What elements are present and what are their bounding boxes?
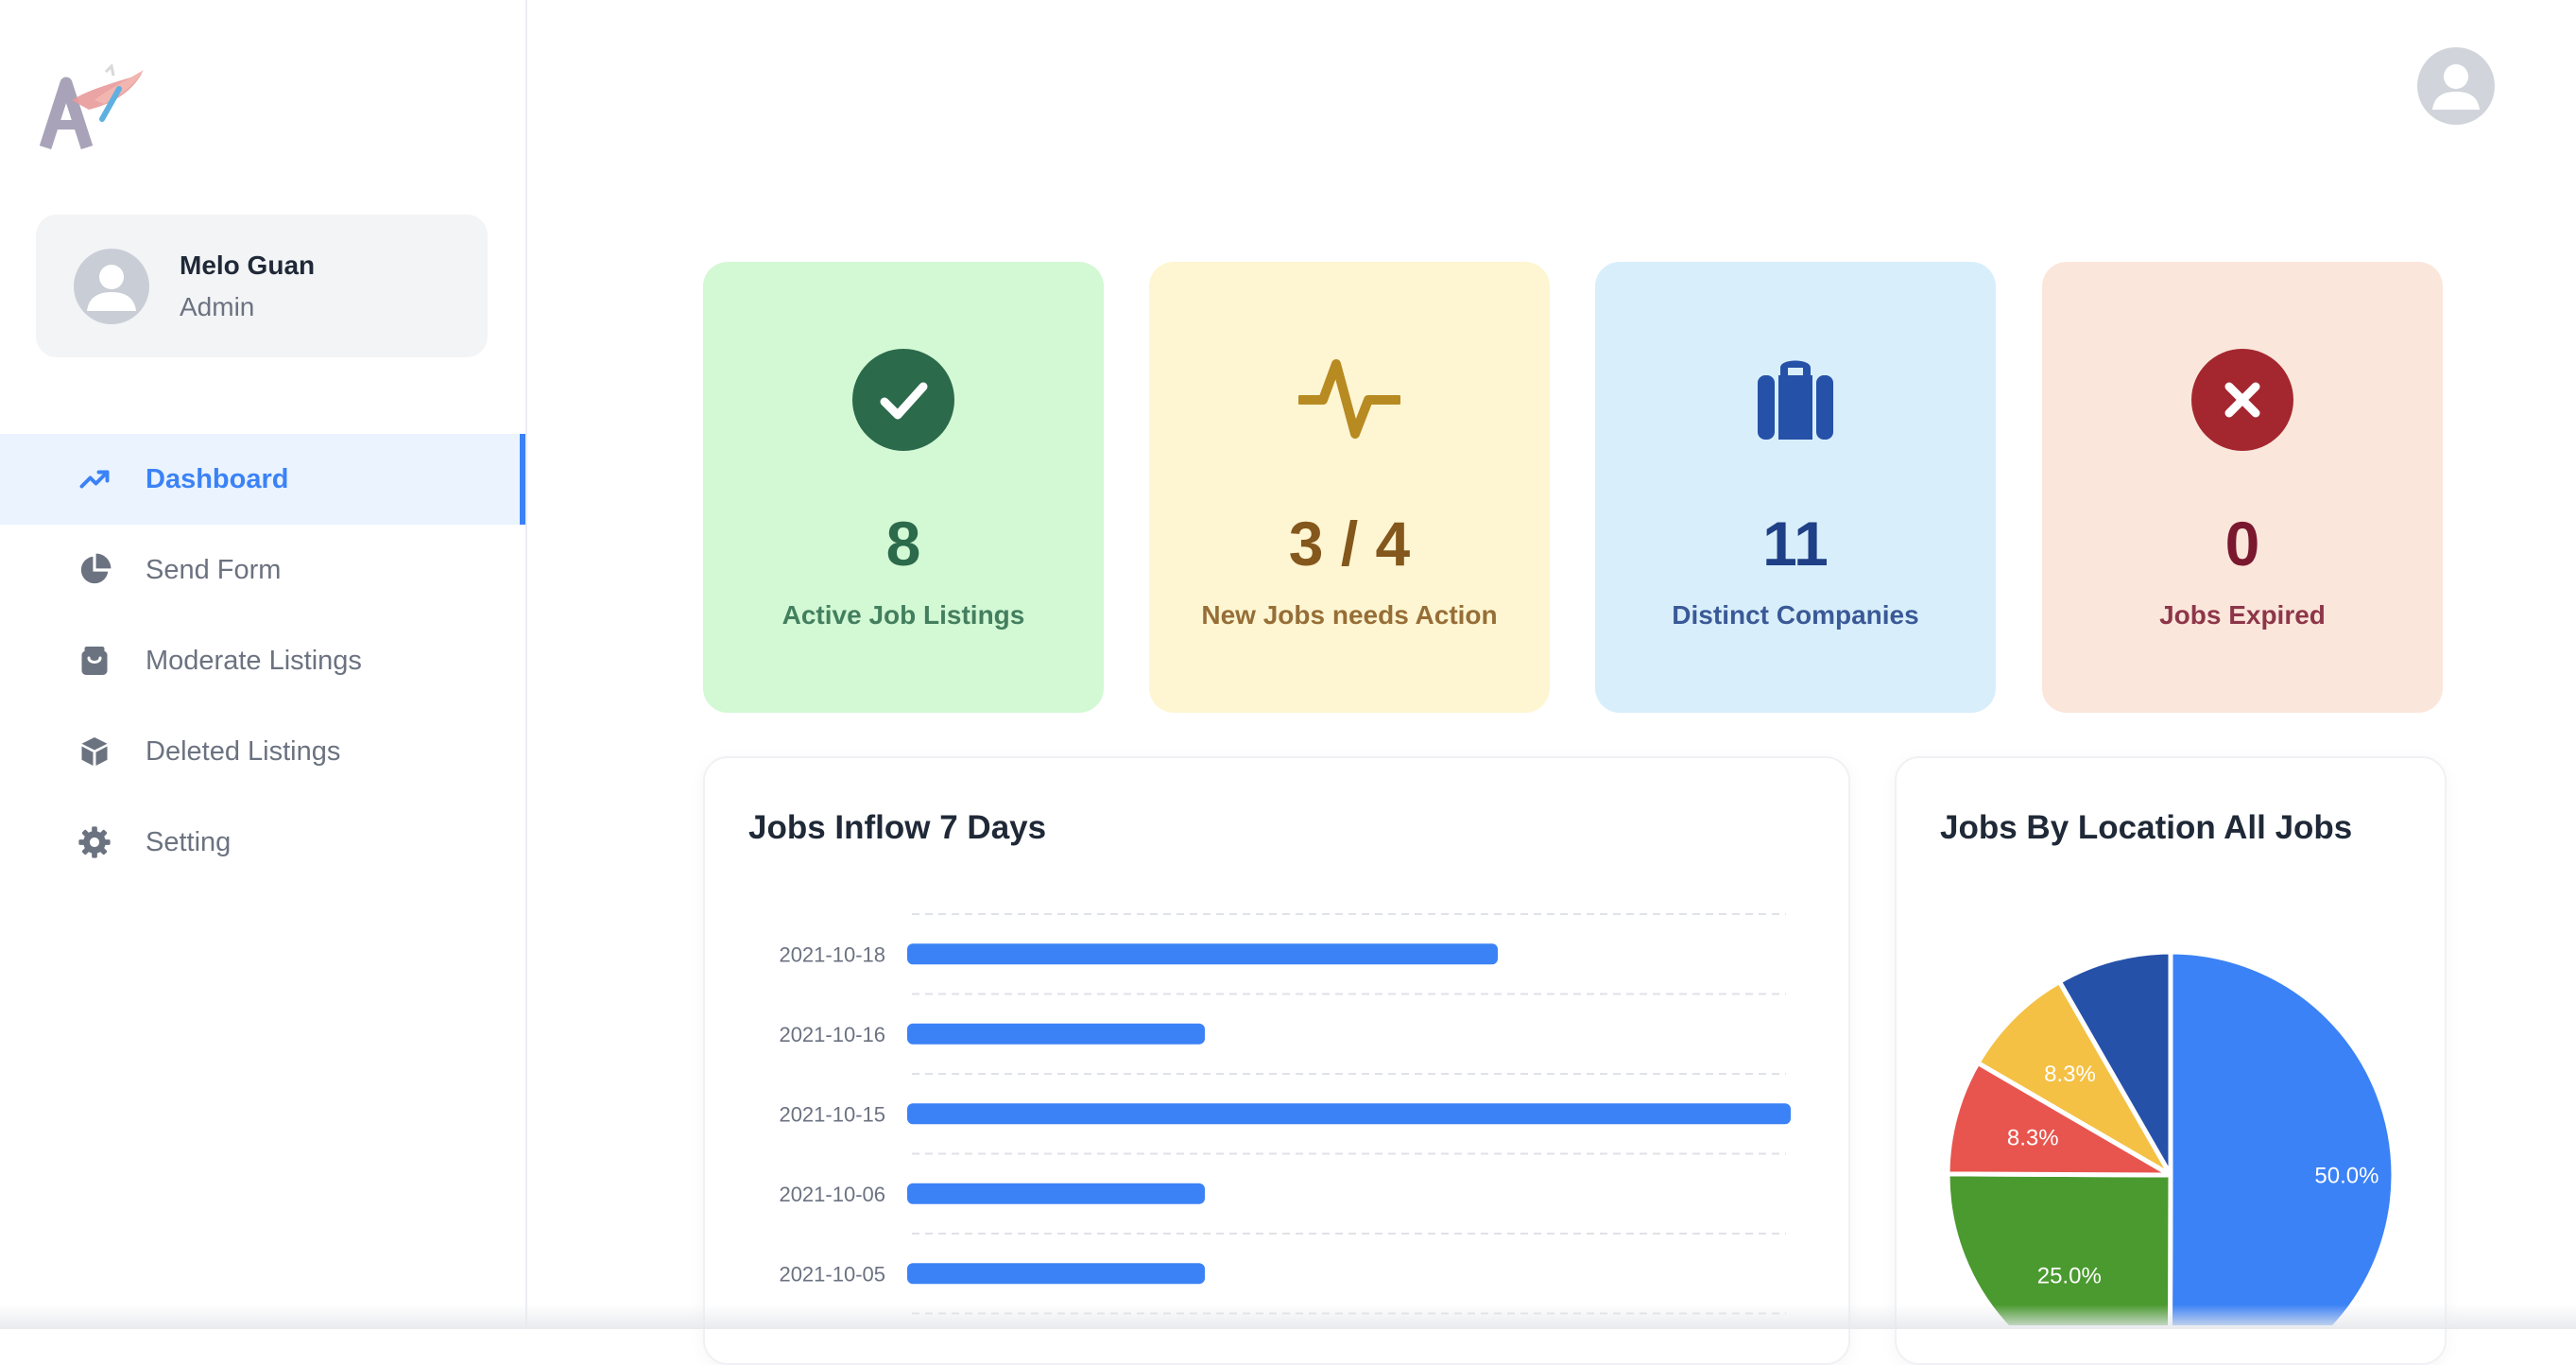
sidebar-item-label: Dashboard <box>146 463 289 494</box>
sidebar-item-send-form[interactable]: Send Form <box>0 525 525 615</box>
bar[interactable] <box>907 1183 1205 1204</box>
stat-label: Jobs Expired <box>2159 600 2326 630</box>
cube-icon <box>76 733 113 770</box>
pie-slice-label: 8.3% <box>2007 1125 2059 1150</box>
activity-icon <box>1296 349 1403 451</box>
jobs-inflow-panel: Jobs Inflow 7 Days 2021-10-18 2021-10-16 2… <box>703 756 1850 1365</box>
pie-slice[interactable] <box>2168 949 2396 1325</box>
sidebar-item-setting[interactable]: Setting <box>0 797 525 888</box>
profile-name: Melo Guan <box>180 251 316 280</box>
jobs-by-location-panel: Jobs By Location All Jobs 50.0% 25.0% 8.3%… <box>1895 756 2447 1365</box>
shopping-bag-icon <box>76 642 113 680</box>
stat-value: 0 <box>2224 509 2260 579</box>
stat-value: 3 / 4 <box>1288 509 1411 579</box>
y-tick-label: 2021-10-05 <box>779 1262 885 1286</box>
profile-role: Admin <box>180 292 255 321</box>
trending-up-icon <box>76 460 113 498</box>
profile-card[interactable]: Melo Guan Admin <box>36 215 488 357</box>
sidebar-item-dashboard[interactable]: Dashboard <box>0 434 525 525</box>
sidebar-item-label: Deleted Listings <box>146 735 341 767</box>
briefcase-icon <box>1744 349 1846 451</box>
app-logo[interactable] <box>38 62 151 157</box>
jobs-inflow-bar-chart: 2021-10-18 2021-10-16 2021-10-15 2021-10-06… <box>779 913 1791 1315</box>
jobs-by-location-pie-chart: 50.0% 25.0% 8.3% 8.3% <box>1945 949 2396 1325</box>
sidebar-item-label: Setting <box>146 826 232 857</box>
gear-icon <box>76 823 113 861</box>
user-menu-avatar[interactable] <box>2417 47 2495 125</box>
stat-value: 8 <box>885 509 921 579</box>
stat-value: 11 <box>1762 509 1829 579</box>
x-circle-icon <box>2191 349 2293 451</box>
pie-slice-label: 50.0% <box>2314 1163 2379 1188</box>
sidebar: Melo Guan Admin Dashboard Send Form Mode… <box>0 0 527 1329</box>
y-tick-label: 2021-10-16 <box>779 1023 885 1046</box>
stat-label: Active Job Listings <box>781 600 1025 630</box>
bar[interactable] <box>907 1263 1205 1285</box>
stat-label: Distinct Companies <box>1672 600 1919 630</box>
pie-slice-label: 8.3% <box>2044 1062 2096 1087</box>
sidebar-item-deleted-listings[interactable]: Deleted Listings <box>0 706 525 797</box>
sidebar-item-label: Moderate Listings <box>146 645 362 676</box>
pie-slice[interactable] <box>1945 1171 2173 1325</box>
stat-card-jobs-expired[interactable]: 0 Jobs Expired <box>2042 262 2443 713</box>
stat-card-new-jobs[interactable]: 3 / 4 New Jobs needs Action <box>1149 262 1550 713</box>
y-tick-label: 2021-10-15 <box>779 1102 885 1126</box>
sidebar-nav: Dashboard Send Form Moderate Listings De… <box>0 434 525 888</box>
y-tick-label: 2021-10-18 <box>779 942 885 966</box>
bar[interactable] <box>907 1023 1205 1045</box>
check-circle-icon <box>852 349 954 451</box>
stat-card-active-jobs[interactable]: 8 Active Job Listings <box>703 262 1104 713</box>
avatar <box>74 249 149 324</box>
stat-card-distinct-companies[interactable]: 11 Distinct Companies <box>1595 262 1996 713</box>
pie-chart-icon <box>76 551 113 589</box>
sidebar-item-label: Send Form <box>146 554 282 585</box>
sidebar-item-moderate-listings[interactable]: Moderate Listings <box>0 615 525 706</box>
y-tick-label: 2021-10-06 <box>779 1183 885 1206</box>
pie-slice-label: 25.0% <box>2037 1263 2102 1288</box>
stat-label: New Jobs needs Action <box>1201 600 1498 630</box>
bar[interactable] <box>907 1103 1791 1125</box>
bottom-fade <box>0 1305 2576 1329</box>
bar[interactable] <box>907 943 1498 965</box>
